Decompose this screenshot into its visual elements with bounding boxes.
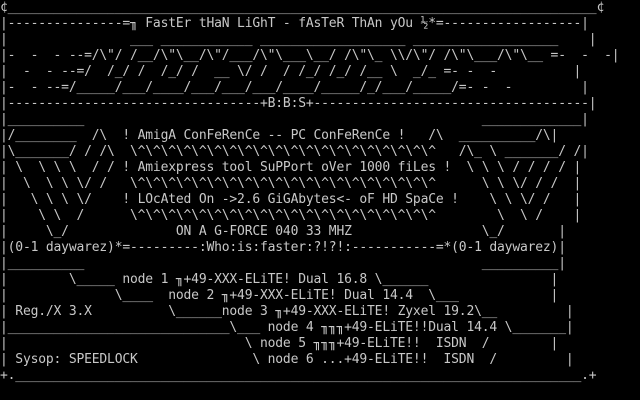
conference-underline: |\_______/ / /\ \^\^\^\^\^\^\^\^\^\^\^\^… — [0, 144, 589, 159]
disk-space-underline: | \ \ / \^\^\^\^\^\^\^\^\^\^\^\^\^\^\^\^… — [0, 208, 582, 223]
node-1-line: | \_____ node 1 ╖+49-XXX-ELiTE! Dual 16.… — [0, 272, 559, 287]
disk-space-line: | \ \ \ \/ ! LOcAted On ->2.6 GiGAbytes<… — [0, 192, 582, 207]
bbs-divider-line: |---------------------------------+B:B:S… — [0, 96, 597, 111]
amiexpress-underline: | \ \ \ \/ / \^\^\^\^\^\^\^\^\^\^\^\^\^\… — [0, 176, 582, 191]
hardware-line: | \_/ ON A G-FORCE 040 33 MHZ \_/ | — [0, 224, 566, 239]
logo-line-4: |- - --=/_____/___/____/___/___/___/____… — [0, 80, 589, 95]
logo-line-2: |- - - --=/\"/ /__/\"\__/\"/___/\"\___\_… — [0, 48, 620, 63]
title-line: |---------------=╖ FastEr tHaN LiGhT - f… — [0, 16, 589, 31]
node-3-line: | Reg./X 3.X \______node 3 ╖+49-XXX-ELiT… — [0, 304, 574, 319]
box-top-line: |__________ _____________| — [0, 112, 589, 127]
node-5-line: | \ node 5 ╖╖╖+49-ELiTE!! ISDN / | — [0, 336, 559, 351]
conference-line: |/________ /\ ! AmigA ConFeRenCe -- PC C… — [0, 128, 559, 143]
bottom-border-line: +.______________________________________… — [0, 368, 597, 383]
amiexpress-line: | \ \ \ \ / / ! Amiexpress tool SuPPort … — [0, 160, 582, 175]
nodes-top-line: |__________ __________| — [0, 256, 566, 271]
ansi-art-block: ¢_______________________________________… — [0, 0, 640, 384]
daywarez-line: |(0-1 daywarez)*=---------:Who:is:faster… — [0, 240, 566, 255]
node-4-line: |_____________________________\___ node … — [0, 320, 574, 335]
logo-line-3: | - - --=/ /_/ / /_/ / __ \/ / / /_/ /_/… — [0, 64, 582, 79]
logo-line-1: | ___ ____________ ___________________ _… — [0, 32, 597, 47]
bbs-ansi-screen: ¢_______________________________________… — [0, 0, 640, 400]
node-6-line: | Sysop: SPEEDLOCK \ node 6 ...+49-ELiTE… — [0, 352, 574, 367]
node-2-line: | \____ node 2 ╖+49-XXX-ELiTE! Dual 14.4… — [0, 288, 559, 303]
top-border-line: ¢_______________________________________… — [0, 0, 605, 15]
